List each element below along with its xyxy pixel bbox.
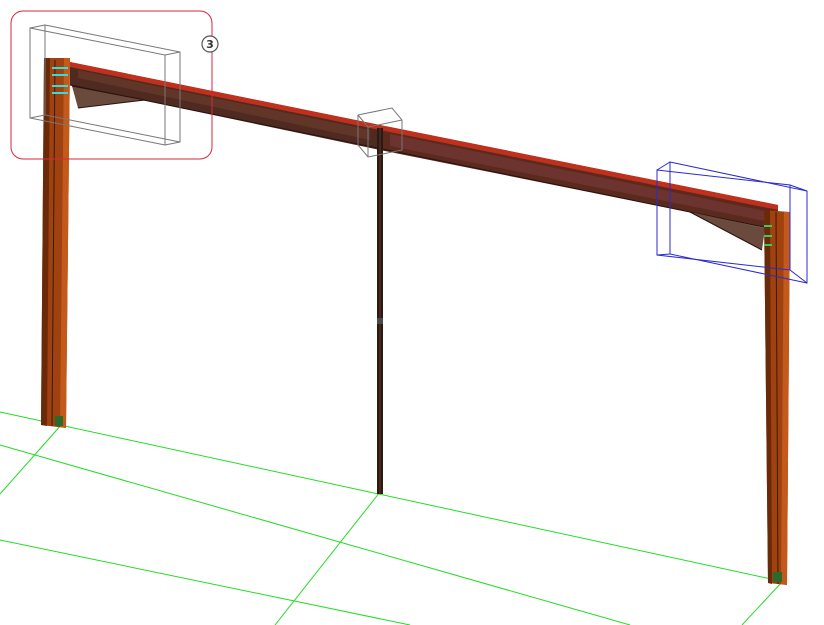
right-column[interactable]: [764, 210, 790, 585]
rafter-beam[interactable]: [69, 62, 779, 231]
grid-line: [0, 444, 631, 625]
grid-line: [0, 411, 786, 583]
grid-line: [274, 491, 381, 625]
callout-badge[interactable]: 3: [201, 35, 219, 53]
middle-column[interactable]: [377, 128, 383, 494]
callout-label: 3: [206, 38, 214, 51]
grid-line: [741, 581, 783, 625]
model-viewport[interactable]: 3: [0, 0, 824, 625]
grid-line: [0, 539, 411, 625]
grid-line: [0, 423, 63, 495]
grid-lines: [0, 411, 786, 625]
